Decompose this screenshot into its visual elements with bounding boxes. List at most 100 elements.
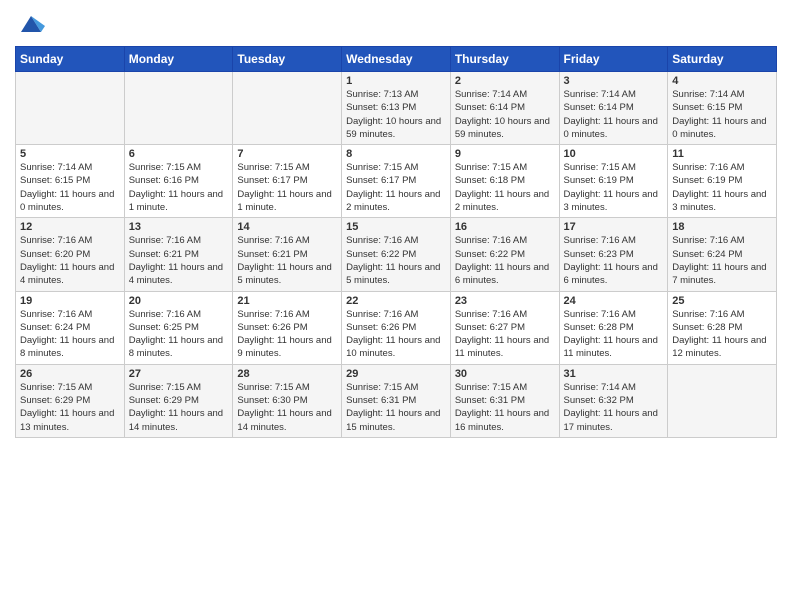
day-info-line: Sunrise: 7:14 AM [564, 382, 636, 393]
day-info-line: Daylight: 11 hours and 0 minutes. [672, 116, 766, 140]
day-info-line: Sunrise: 7:15 AM [129, 162, 201, 173]
day-info-line: Sunset: 6:27 PM [455, 322, 525, 333]
day-info: Sunrise: 7:14 AMSunset: 6:32 PMDaylight:… [564, 381, 664, 434]
day-info-line: Sunrise: 7:16 AM [455, 309, 527, 320]
day-number: 27 [129, 368, 229, 380]
day-info-line: Daylight: 11 hours and 11 minutes. [455, 335, 549, 359]
day-of-week-header: Wednesday [342, 47, 451, 72]
day-info-line: Sunset: 6:22 PM [346, 249, 416, 260]
day-info: Sunrise: 7:16 AMSunset: 6:26 PMDaylight:… [237, 308, 337, 361]
day-number: 13 [129, 221, 229, 233]
calendar-day-cell: 2Sunrise: 7:14 AMSunset: 6:14 PMDaylight… [450, 72, 559, 145]
day-info-line: Sunrise: 7:15 AM [20, 382, 92, 393]
page: SundayMondayTuesdayWednesdayThursdayFrid… [0, 0, 792, 448]
day-info-line: Daylight: 11 hours and 10 minutes. [346, 335, 440, 359]
day-info-line: Sunrise: 7:14 AM [455, 89, 527, 100]
day-info-line: Sunset: 6:24 PM [672, 249, 742, 260]
calendar-day-cell: 12Sunrise: 7:16 AMSunset: 6:20 PMDayligh… [16, 218, 125, 291]
day-info-line: Daylight: 11 hours and 0 minutes. [564, 116, 658, 140]
day-info-line: Sunrise: 7:16 AM [672, 235, 744, 246]
day-info-line: Daylight: 11 hours and 5 minutes. [237, 262, 331, 286]
day-info-line: Sunrise: 7:15 AM [564, 162, 636, 173]
day-info: Sunrise: 7:16 AMSunset: 6:20 PMDaylight:… [20, 234, 120, 287]
day-info: Sunrise: 7:15 AMSunset: 6:31 PMDaylight:… [455, 381, 555, 434]
day-info-line: Sunset: 6:31 PM [346, 395, 416, 406]
day-info: Sunrise: 7:15 AMSunset: 6:30 PMDaylight:… [237, 381, 337, 434]
logo [15, 10, 45, 38]
day-info: Sunrise: 7:16 AM Sunset: 6:22 PM Daylight:… [346, 234, 446, 287]
day-info-line: Sunrise: 7:16 AM [20, 309, 92, 320]
day-number: 16 [455, 221, 555, 233]
day-info-line: Daylight: 11 hours and 1 minute. [129, 189, 223, 213]
day-info-line: Sunrise: 7:16 AM [672, 309, 744, 320]
day-info-line: Sunrise: 7:16 AM [672, 162, 744, 173]
day-info-line: Daylight: 11 hours and 2 minutes. [455, 189, 549, 213]
calendar-day-cell: 17Sunrise: 7:16 AMSunset: 6:23 PMDayligh… [559, 218, 668, 291]
day-info-line: Sunrise: 7:16 AM [346, 235, 418, 246]
day-info-line: Daylight: 11 hours and 8 minutes. [129, 335, 223, 359]
day-of-week-header: Tuesday [233, 47, 342, 72]
calendar-week-row: 5Sunrise: 7:14 AMSunset: 6:15 PMDaylight… [16, 145, 777, 218]
day-info-line: Sunset: 6:14 PM [455, 102, 525, 113]
day-info: Sunrise: 7:16 AMSunset: 6:28 PMDaylight:… [564, 308, 664, 361]
calendar-day-cell: 22 Sunrise: 7:16 AM Sunset: 6:26 PM Dayligh… [342, 291, 451, 364]
day-info-line: Sunset: 6:28 PM [672, 322, 742, 333]
day-info-line: Sunrise: 7:16 AM [237, 309, 309, 320]
day-info: Sunrise: 7:15 AMSunset: 6:31 PMDaylight:… [346, 381, 446, 434]
calendar-header-row: SundayMondayTuesdayWednesdayThursdayFrid… [16, 47, 777, 72]
day-number: 22 [346, 295, 446, 307]
day-number: 25 [672, 295, 772, 307]
day-of-week-header: Monday [124, 47, 233, 72]
day-info: Sunrise: 7:13 AMSunset: 6:13 PMDaylight:… [346, 88, 446, 141]
day-info-line: Daylight: 11 hours and 4 minutes. [20, 262, 114, 286]
day-info: Sunrise: 7:16 AMSunset: 6:21 PMDaylight:… [129, 234, 229, 287]
day-number: 1 [346, 75, 446, 87]
day-number: 30 [455, 368, 555, 380]
day-number: 18 [672, 221, 772, 233]
day-info-line: Sunset: 6:31 PM [455, 395, 525, 406]
day-info-line: Sunrise: 7:16 AM [564, 309, 636, 320]
day-info: Sunrise: 7:15 AMSunset: 6:17 PMDaylight:… [346, 161, 446, 214]
day-number: 29 [346, 368, 446, 380]
day-number: 3 [564, 75, 664, 87]
day-info: Sunrise: 7:16 AMSunset: 6:21 PMDaylight:… [237, 234, 337, 287]
day-info-line: Sunrise: 7:16 AM [455, 235, 527, 246]
day-info-line: Sunrise: 7:15 AM [346, 382, 418, 393]
day-number: 6 [129, 148, 229, 160]
day-number: 11 [672, 148, 772, 160]
calendar-day-cell: 18 Sunrise: 7:16 AM Sunset: 6:24 PM Dayligh… [668, 218, 777, 291]
calendar-day-cell: 23Sunrise: 7:16 AMSunset: 6:27 PMDayligh… [450, 291, 559, 364]
day-info: Sunrise: 7:14 AMSunset: 6:15 PMDaylight:… [20, 161, 120, 214]
day-info-line: Sunrise: 7:16 AM [237, 235, 309, 246]
day-info-line: Sunrise: 7:16 AM [346, 309, 418, 320]
day-info-line: Daylight: 11 hours and 17 minutes. [564, 408, 658, 432]
day-info-line: Sunset: 6:30 PM [237, 395, 307, 406]
day-info-line: Sunset: 6:20 PM [20, 249, 90, 260]
calendar-week-row: 26Sunrise: 7:15 AMSunset: 6:29 PMDayligh… [16, 364, 777, 437]
day-info-line: Daylight: 11 hours and 5 minutes. [346, 262, 440, 286]
day-info-line: Sunset: 6:19 PM [672, 175, 742, 186]
day-info-line: Daylight: 11 hours and 7 minutes. [672, 262, 766, 286]
day-info: Sunrise: 7:15 AMSunset: 6:29 PMDaylight:… [20, 381, 120, 434]
calendar-day-cell: 5Sunrise: 7:14 AMSunset: 6:15 PMDaylight… [16, 145, 125, 218]
day-info-line: Sunrise: 7:16 AM [564, 235, 636, 246]
day-info-line: Daylight: 11 hours and 14 minutes. [237, 408, 331, 432]
day-info: Sunrise: 7:14 AMSunset: 6:14 PMDaylight:… [455, 88, 555, 141]
day-info-line: Sunset: 6:23 PM [564, 249, 634, 260]
day-info: Sunrise: 7:15 AMSunset: 6:19 PMDaylight:… [564, 161, 664, 214]
calendar-day-cell: 31Sunrise: 7:14 AMSunset: 6:32 PMDayligh… [559, 364, 668, 437]
calendar-day-cell: 13Sunrise: 7:16 AMSunset: 6:21 PMDayligh… [124, 218, 233, 291]
calendar-day-cell: 15Sunrise: 7:16 AMSunset: 6:22 PMDayligh… [342, 218, 451, 291]
day-info: Sunrise: 7:14 AMSunset: 6:15 PMDaylight:… [672, 88, 772, 141]
day-info-line: Daylight: 11 hours and 8 minutes. [20, 335, 114, 359]
calendar-day-cell: 28Sunrise: 7:15 AMSunset: 6:30 PMDayligh… [233, 364, 342, 437]
calendar-day-cell: 30Sunrise: 7:15 AMSunset: 6:31 PMDayligh… [450, 364, 559, 437]
day-info-line: Sunset: 6:26 PM [346, 322, 416, 333]
day-info-line: Daylight: 11 hours and 1 minute. [237, 189, 331, 213]
day-info: Sunrise: 7:16 AMSunset: 6:28 PMDaylight:… [672, 308, 772, 361]
day-number: 20 [129, 295, 229, 307]
day-of-week-header: Thursday [450, 47, 559, 72]
day-info-line: Daylight: 11 hours and 11 minutes. [564, 335, 658, 359]
day-info-line: Daylight: 11 hours and 3 minutes. [672, 189, 766, 213]
header [15, 10, 777, 38]
